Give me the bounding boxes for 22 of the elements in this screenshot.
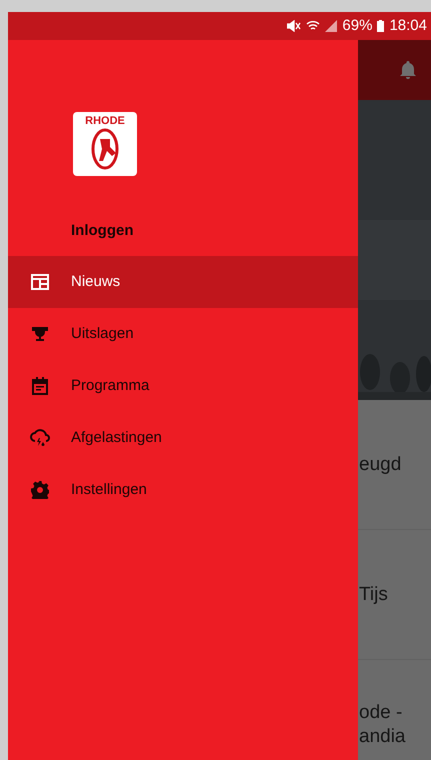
- menu-item[interactable]: Nieuws: [8, 256, 358, 308]
- news-title[interactable]: eugd: [359, 452, 402, 476]
- settings-icon: [30, 481, 48, 499]
- calendar-icon: [32, 377, 48, 395]
- login-link[interactable]: Inloggen: [71, 220, 358, 242]
- signal-icon: [325, 20, 338, 32]
- clock: 18:04: [389, 16, 427, 36]
- news-title[interactable]: Tijs: [359, 582, 388, 606]
- wifi-icon: [306, 20, 320, 32]
- newspaper-icon: [30, 274, 48, 290]
- menu-item[interactable]: Afgelastingen: [8, 412, 358, 464]
- logo-text: RHODE: [85, 116, 125, 127]
- battery-percentage: 69%: [342, 16, 372, 36]
- battery-icon: [377, 20, 384, 32]
- bell-icon[interactable]: [399, 60, 417, 80]
- news-title[interactable]: ode - andia: [359, 700, 406, 748]
- menu-item[interactable]: Uitslagen: [8, 308, 358, 360]
- storm-cloud-icon: [30, 429, 50, 447]
- trophy-icon: [30, 326, 48, 342]
- mute-icon: [287, 20, 302, 32]
- menu-item[interactable]: Instellingen: [8, 464, 358, 516]
- menu-item[interactable]: Programma: [8, 360, 358, 412]
